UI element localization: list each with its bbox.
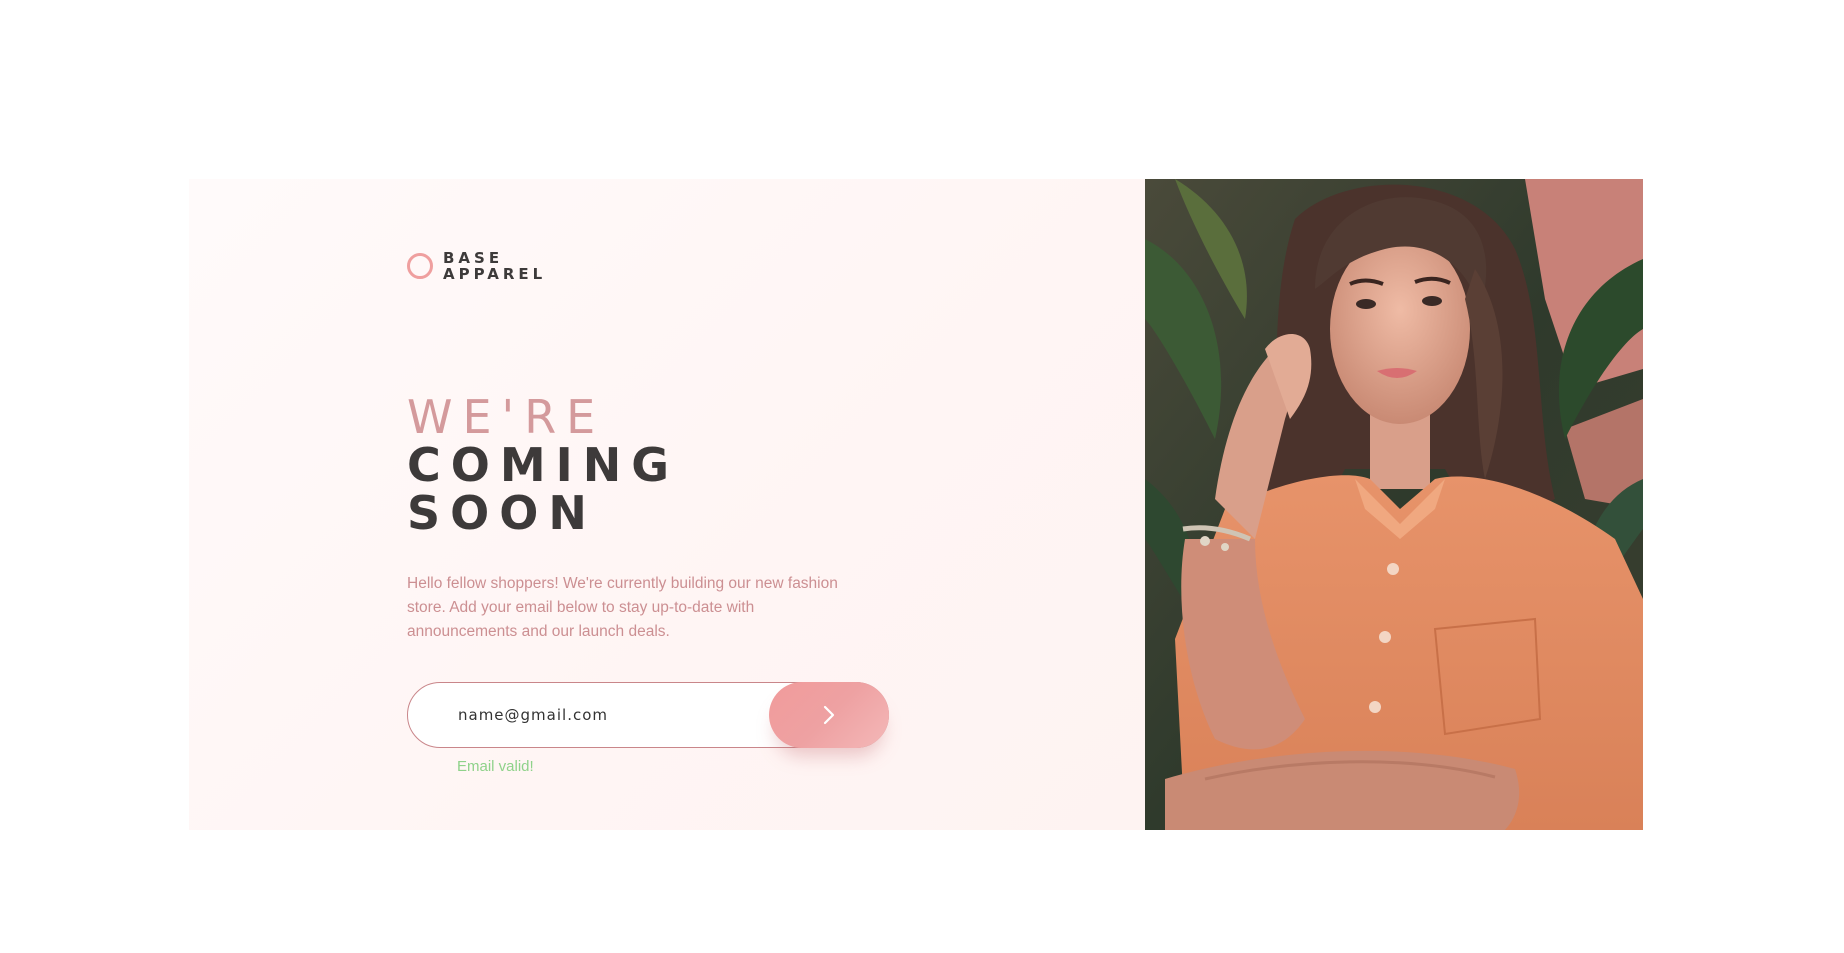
logo-wordmark: BASE APPAREL [443,250,546,282]
title-line-2: COMING [407,438,680,492]
logo-circle-icon [407,253,433,279]
title-line-3: SOON [407,486,597,540]
hero-image [1145,179,1643,830]
coming-soon-card: BASE APPAREL WE'RE COMING SOON Hello fel… [189,179,1643,830]
intro-text: Hello fellow shoppers! We're currently b… [407,575,838,640]
page-title: WE'RE COMING SOON [407,393,679,537]
chevron-right-icon [823,705,835,725]
submit-button[interactable] [769,682,889,748]
validation-message: Email valid! [457,758,534,775]
model-photo [1145,179,1643,830]
email-input[interactable] [436,683,756,747]
logo-line-1: BASE [443,249,504,267]
logo-line-2: APPAREL [443,265,547,283]
content-panel: BASE APPAREL WE'RE COMING SOON Hello fel… [189,179,1149,830]
brand-logo: BASE APPAREL [407,250,546,282]
email-signup-form [407,682,889,748]
title-line-1: WE'RE [407,390,606,444]
